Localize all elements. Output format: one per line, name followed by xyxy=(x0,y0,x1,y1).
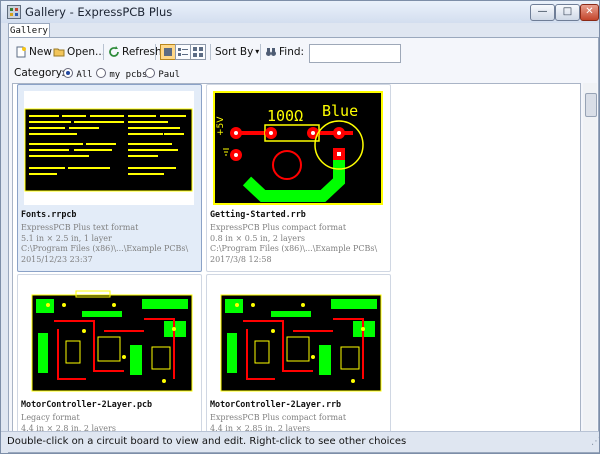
refresh-icon xyxy=(108,46,120,58)
resize-grip-icon[interactable]: ⋰ xyxy=(591,432,599,452)
window-title: Gallery - ExpressPCB Plus xyxy=(25,5,173,19)
sort-by-label: Sort By xyxy=(215,46,254,58)
title-bar: Gallery - ExpressPCB Plus — □ ✕ xyxy=(1,1,599,23)
card-format: ExpressPCB Plus compact format xyxy=(210,413,347,422)
radio-checked-icon xyxy=(63,68,73,78)
category-label: Category: xyxy=(14,67,65,79)
card-meta: ExpressPCB Plus compact format 0.8 in × … xyxy=(210,223,388,265)
close-button[interactable]: ✕ xyxy=(580,4,599,21)
category-option-my-pcbs[interactable]: my pcbs xyxy=(96,67,147,80)
toolbar: New Open... Refresh Sort By ▾ Find: xyxy=(9,40,598,64)
details-view-button[interactable] xyxy=(175,44,191,60)
voltage-label: +5V xyxy=(216,116,226,136)
maximize-button[interactable]: □ xyxy=(555,4,580,21)
pcb-thumbnail-motorcontroller-pcb xyxy=(24,281,194,395)
open-label: Open... xyxy=(67,46,106,58)
category-option-paul[interactable]: Paul xyxy=(145,67,180,80)
toolbar-separator xyxy=(103,44,104,60)
status-message: Double-click on a circuit board to view … xyxy=(7,436,407,447)
card-format: Legacy format xyxy=(21,413,80,422)
card-format: ExpressPCB Plus compact format xyxy=(210,223,347,232)
card-size: 0.8 in × 0.5 in, 2 layers xyxy=(210,233,305,243)
find-input[interactable] xyxy=(309,44,401,63)
resistor-value-label: 100Ω xyxy=(267,107,303,125)
new-label: New xyxy=(29,46,52,58)
details-list-icon xyxy=(178,48,188,56)
pcb-thumbnail-getting-started: 100Ω Blue +5V xyxy=(213,91,383,205)
card-path: C:\Program Files (x86)\...\Example PCBs\ xyxy=(210,244,378,253)
pcb-thumbnail-fonts xyxy=(24,91,194,205)
pcb-thumbnail-motorcontroller-rrb xyxy=(213,281,383,395)
toolbar-separator xyxy=(155,44,156,60)
tab-gallery[interactable]: Gallery xyxy=(8,23,50,38)
large-thumbnails-view-button[interactable] xyxy=(160,44,176,60)
toolbar-separator xyxy=(260,44,261,60)
chevron-down-icon: ▾ xyxy=(255,47,260,56)
card-date: 2015/12/23 23:37 xyxy=(21,254,93,264)
card-title: MotorController-2Layer.pcb xyxy=(21,399,153,409)
card-meta: ExpressPCB Plus text format 5.1 in × 2.5… xyxy=(21,223,199,265)
led-color-label: Blue xyxy=(322,102,358,120)
open-button[interactable]: Open... xyxy=(53,43,105,61)
radio-unchecked-icon xyxy=(145,68,155,78)
app-window: Gallery - ExpressPCB Plus — □ ✕ Gallery … xyxy=(0,0,600,454)
tab-bar: Gallery xyxy=(1,23,599,38)
refresh-button[interactable]: Refresh xyxy=(108,43,162,61)
small-thumbnails-view-button[interactable] xyxy=(190,44,206,60)
toolbar-separator xyxy=(210,44,211,60)
minimize-button[interactable]: — xyxy=(530,4,555,21)
card-size: 5.1 in × 2.5 in, 1 layer xyxy=(21,233,112,243)
gallery-card-fonts[interactable]: Fonts.rrpcb ExpressPCB Plus text format … xyxy=(17,84,202,272)
find-button[interactable]: Find: ▾ xyxy=(265,43,314,61)
vertical-scrollbar[interactable] xyxy=(583,83,597,436)
radio-unchecked-icon xyxy=(96,68,106,78)
card-path: C:\Program Files (x86)\...\Example PCBs\ xyxy=(21,244,189,253)
binoculars-icon xyxy=(265,46,277,58)
scroll-thumb[interactable] xyxy=(585,93,597,117)
gallery-card-getting-started[interactable]: 100Ω Blue +5V Getting-Started.rrb Expres… xyxy=(206,84,391,272)
small-thumbnails-icon xyxy=(193,47,203,57)
gallery-card-motorcontroller-rrb[interactable]: MotorController-2Layer.rrb ExpressPCB Pl… xyxy=(206,274,391,435)
open-folder-icon xyxy=(53,46,65,58)
large-thumbnails-icon xyxy=(164,48,172,56)
gallery-card-motorcontroller-pcb[interactable]: MotorController-2Layer.pcb Legacy format… xyxy=(17,274,202,435)
category-option-all[interactable]: All xyxy=(63,67,93,80)
find-label: Find: xyxy=(279,46,305,58)
card-format: ExpressPCB Plus text format xyxy=(21,223,139,232)
card-title: Getting-Started.rrb xyxy=(210,209,306,219)
sort-by-button[interactable]: Sort By ▾ xyxy=(215,43,259,61)
card-date: 2017/3/8 12:58 xyxy=(210,254,272,264)
app-icon xyxy=(7,5,21,19)
gallery-panel: New Open... Refresh Sort By ▾ Find: Cate… xyxy=(8,37,599,453)
new-button[interactable]: New xyxy=(15,43,52,61)
new-file-icon xyxy=(15,46,27,58)
gallery-grid: Fonts.rrpcb ExpressPCB Plus text format … xyxy=(12,83,581,436)
card-title: Fonts.rrpcb xyxy=(21,209,77,219)
category-filter: Category: All my pcbs Paul xyxy=(9,67,598,81)
status-bar: Double-click on a circuit board to view … xyxy=(1,431,599,452)
card-title: MotorController-2Layer.rrb xyxy=(210,399,342,409)
